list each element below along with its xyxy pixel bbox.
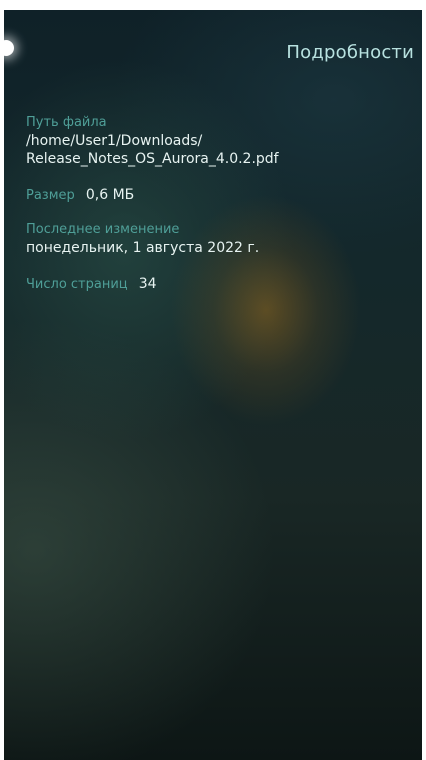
page-title: Подробности — [286, 42, 414, 63]
file-path-label: Путь файла — [26, 115, 107, 130]
details-page: Подробности Путь файла /home/User1/Downl… — [4, 10, 422, 760]
file-path-value-line2: Release_Notes_OS_Aurora_4.0.2.pdf — [26, 151, 279, 167]
modified-value: понедельник, 1 августа 2022 г. — [26, 240, 260, 256]
file-size-section: Размер 0,6 МБ — [26, 184, 406, 205]
file-size-label: Размер — [26, 188, 75, 203]
modified-label: Последнее изменение — [26, 222, 180, 237]
page-count-label: Число страниц — [26, 277, 128, 292]
page-count-section: Число страниц 34 — [26, 273, 406, 294]
page-count-value: 34 — [138, 276, 157, 292]
file-path-value-line1: /home/User1/Downloads/ — [26, 133, 203, 149]
file-details: Путь файла /home/User1/Downloads/ Releas… — [26, 114, 406, 310]
pulley-menu-indicator[interactable] — [4, 40, 14, 56]
modified-section: Последнее изменение понедельник, 1 авгус… — [26, 221, 406, 257]
file-path-section: Путь файла /home/User1/Downloads/ Releas… — [26, 114, 406, 168]
file-size-value: 0,6 МБ — [85, 187, 135, 203]
